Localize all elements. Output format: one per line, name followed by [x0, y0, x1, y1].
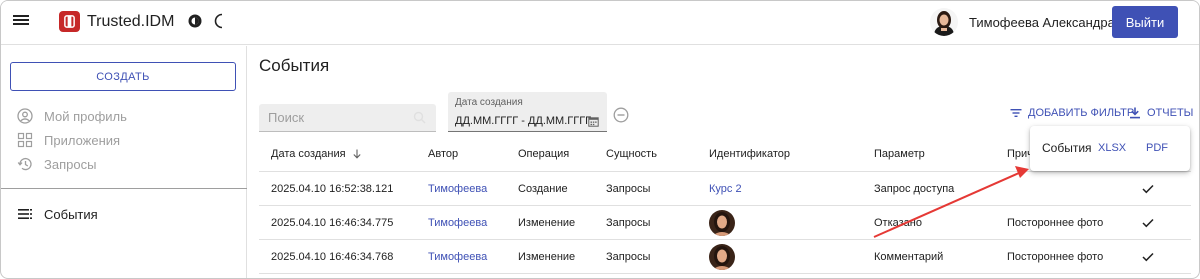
popup-report-label: События: [1042, 141, 1092, 155]
reports-button[interactable]: ОТЧЕТЫ: [1129, 105, 1193, 121]
sidebar-item-apps[interactable]: Приложения: [1, 128, 247, 152]
cell-parameter: Запрос доступа: [874, 182, 955, 195]
sidebar-item-label: События: [44, 206, 98, 222]
column-header-parameter[interactable]: Параметр: [874, 136, 925, 171]
sort-arrow-down-icon[interactable]: [352, 149, 362, 159]
cell-identifier-photo[interactable]: [709, 206, 735, 239]
cell-entity: Запросы: [606, 216, 651, 229]
page-title: События: [259, 56, 330, 75]
photo-thumbnail[interactable]: [709, 243, 735, 270]
cell-author-link[interactable]: Тимофеева: [428, 172, 487, 205]
apps-grid-icon: [17, 132, 33, 148]
add-filter-button[interactable]: ДОБАВИТЬ ФИЛЬТР: [1010, 105, 1134, 121]
photo-thumbnail[interactable]: [709, 209, 735, 236]
reports-popup-menu: События XLSX PDF: [1030, 126, 1190, 171]
add-filter-label: ДОБАВИТЬ ФИЛЬТР: [1028, 107, 1135, 119]
cell-date: 2025.04.10 16:52:38.121: [271, 182, 394, 195]
cell-identifier-photo[interactable]: [709, 240, 735, 273]
column-header-date[interactable]: Дата создания: [271, 136, 362, 171]
user-avatar[interactable]: [930, 8, 958, 36]
table-row[interactable]: 2025.04.10 16:52:38.121 Тимофеева Создан…: [259, 172, 1191, 206]
sidebar-item-events[interactable]: События: [1, 202, 247, 226]
cell-author-link[interactable]: Тимофеева: [428, 206, 487, 239]
column-header-identifier[interactable]: Идентификатор: [709, 136, 790, 171]
user-circle-icon: [17, 108, 33, 124]
cell-reason: Постороннее фото: [1007, 250, 1104, 263]
trusted-logo-icon: [59, 11, 80, 32]
sidebar-item-label: Приложения: [44, 132, 121, 148]
check-icon: [1142, 172, 1154, 205]
cell-entity: Запросы: [606, 182, 651, 195]
hamburger-menu-icon[interactable]: [13, 13, 29, 29]
table-row[interactable]: 2025.04.10 16:46:34.775 Тимофеева Измене…: [259, 206, 1191, 240]
cell-date: 2025.04.10 16:46:34.768: [271, 250, 394, 263]
date-range-value[interactable]: ДД.ММ.ГГГГ - ДД.ММ.ГГГГ: [455, 115, 591, 127]
cell-operation: Изменение: [518, 250, 576, 263]
date-range-field[interactable]: Дата создания ДД.ММ.ГГГГ - ДД.ММ.ГГГГ: [448, 92, 607, 132]
cell-date: 2025.04.10 16:46:34.775: [271, 216, 394, 229]
cell-operation: Создание: [518, 182, 568, 195]
user-name[interactable]: Тимофеева Александра: [969, 15, 1115, 30]
logout-button[interactable]: Выйти: [1112, 6, 1178, 38]
sidebar-item-label: Запросы: [44, 156, 97, 172]
column-header-author[interactable]: Автор: [428, 136, 458, 171]
list-icon: [18, 209, 32, 219]
sidebar-item-label: Мой профиль: [44, 108, 127, 124]
clear-filter-icon[interactable]: [613, 107, 629, 123]
export-pdf-button[interactable]: PDF: [1146, 142, 1168, 154]
reports-label: ОТЧЕТЫ: [1147, 107, 1194, 119]
search-field[interactable]: [259, 104, 436, 132]
sidebar-item-requests[interactable]: Запросы: [1, 152, 247, 176]
cell-author-link[interactable]: Тимофеева: [428, 240, 487, 273]
sidebar: СОЗДАТЬ Мой профиль Приложения Запросы С…: [1, 46, 247, 278]
download-icon: [1130, 107, 1140, 119]
cell-parameter: Комментарий: [874, 250, 944, 263]
filter-icon: [1010, 109, 1022, 117]
history-icon: [17, 157, 32, 171]
cell-entity: Запросы: [606, 250, 651, 263]
app-title: Trusted.IDM: [87, 13, 175, 30]
cell-identifier-link[interactable]: Курс 2: [709, 172, 742, 205]
cell-parameter: Отказано: [874, 216, 922, 229]
moon-icon[interactable]: [213, 13, 227, 29]
search-input[interactable]: [259, 104, 409, 131]
cell-reason: Постороннее фото: [1007, 216, 1104, 229]
check-icon: [1142, 240, 1154, 273]
check-icon: [1142, 206, 1154, 239]
cell-operation: Изменение: [518, 216, 576, 229]
create-button[interactable]: СОЗДАТЬ: [10, 62, 236, 91]
export-xlsx-button[interactable]: XLSX: [1098, 142, 1126, 154]
calendar-icon[interactable]: [588, 116, 599, 127]
column-header-entity[interactable]: Сущность: [606, 136, 657, 171]
column-header-operation[interactable]: Операция: [518, 136, 569, 171]
search-icon: [413, 111, 426, 124]
top-app-bar: Trusted.IDM Тимофеева Александра Выйти: [1, 1, 1199, 45]
table-row[interactable]: 2025.04.10 16:46:34.768 Тимофеева Измене…: [259, 240, 1191, 274]
brightness-icon[interactable]: [187, 13, 203, 29]
sidebar-divider: [1, 188, 247, 189]
app-window: Trusted.IDM Тимофеева Александра Выйти С…: [0, 0, 1200, 279]
sidebar-item-profile[interactable]: Мой профиль: [1, 104, 247, 128]
date-range-label: Дата создания: [455, 97, 523, 108]
